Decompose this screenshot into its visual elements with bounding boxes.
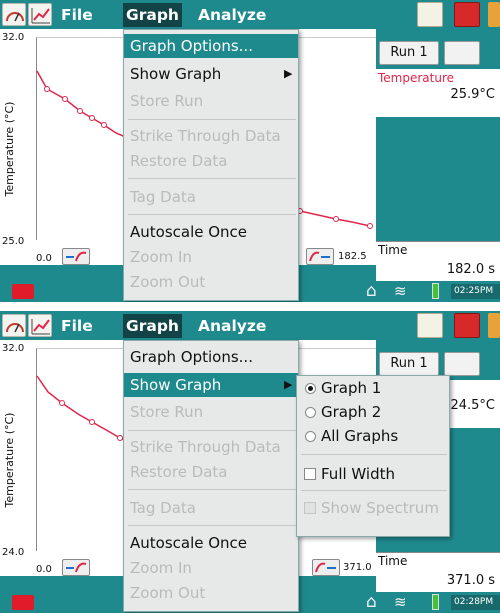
menu-separator: [128, 214, 296, 215]
scroll-left-button[interactable]: [62, 559, 90, 576]
analyze-menu[interactable]: Analyze: [195, 3, 269, 27]
table-view-icon[interactable]: [417, 2, 443, 27]
menu-item-tag-data: Tag Data: [130, 188, 196, 206]
submenu-item-full-width[interactable]: Full Width: [321, 462, 395, 486]
file-menu[interactable]: File: [58, 3, 96, 27]
x-axis-max[interactable]: 371.0: [343, 562, 372, 573]
menu-item-zoom-in: Zoom In: [130, 559, 192, 577]
submenu-item-graph-2[interactable]: Graph 2: [321, 400, 381, 424]
stop-button[interactable]: [12, 284, 34, 299]
graph-menu[interactable]: Graph: [123, 314, 182, 338]
show-graph-submenu: Graph 1 Graph 2 All Graphs Full Width Sh…: [296, 375, 450, 537]
x-axis-min[interactable]: 0.0: [36, 564, 52, 575]
data-storage-icon[interactable]: [444, 352, 480, 376]
x-axis-min[interactable]: 0.0: [36, 253, 52, 264]
menu-bar: File Graph Analyze: [0, 311, 500, 340]
table-view-icon[interactable]: [417, 313, 443, 338]
submenu-separator: [301, 490, 447, 491]
time-value: 182.0 s: [446, 262, 495, 277]
menu-item-graph-options[interactable]: Graph Options...: [130, 34, 253, 58]
meter-view-icon[interactable]: [2, 314, 26, 337]
menu-item-autoscale-once[interactable]: Autoscale Once: [130, 531, 247, 555]
graph-view-icon[interactable]: [28, 3, 52, 26]
menu-item-strike-through: Strike Through Data: [130, 438, 281, 456]
graph-menu[interactable]: Graph: [123, 3, 182, 27]
notes-list-icon[interactable]: [454, 2, 480, 27]
graph-view-icon[interactable]: [28, 314, 52, 337]
pencil-icon[interactable]: [488, 313, 500, 338]
battery-icon: [432, 283, 439, 299]
menu-item-restore-data: Restore Data: [130, 152, 228, 170]
submenu-arrow-icon: ▶: [284, 378, 293, 391]
screenshot-graph-options-menu: File Graph Analyze 32.0 25.0 Temperature…: [0, 0, 500, 302]
menu-item-strike-through: Strike Through Data: [130, 127, 281, 145]
meter-panel: Run 1 Temperature 25.9°C Time 182.0 s: [376, 29, 500, 294]
pencil-icon[interactable]: [488, 2, 500, 27]
menu-item-tag-data: Tag Data: [130, 499, 196, 517]
menu-item-zoom-out: Zoom Out: [130, 584, 206, 602]
wifi-icon: ≋: [394, 593, 407, 611]
menu-separator: [128, 489, 296, 490]
scroll-left-button[interactable]: [62, 248, 90, 265]
meter-value: 24.5°C: [450, 398, 495, 413]
battery-icon: [432, 594, 439, 610]
file-menu[interactable]: File: [58, 314, 96, 338]
radio-graph-1[interactable]: [305, 383, 316, 394]
graph-dropdown-menu: Graph Options... Show Graph ▶ Store Run …: [123, 340, 299, 612]
menu-item-graph-options[interactable]: Graph Options...: [130, 345, 253, 369]
radio-all-graphs[interactable]: [305, 431, 316, 442]
wifi-icon: ≋: [394, 282, 407, 300]
x-axis-max[interactable]: 182.5: [338, 251, 367, 262]
meter-label: Temperature: [378, 71, 455, 85]
scroll-right-button[interactable]: [312, 559, 340, 576]
submenu-item-all-graphs[interactable]: All Graphs: [321, 424, 398, 448]
time-label: Time: [378, 243, 408, 257]
home-icon[interactable]: ⌂: [366, 281, 377, 301]
stop-button[interactable]: [12, 595, 34, 610]
time-label: Time: [378, 554, 408, 568]
submenu-separator: [301, 454, 447, 455]
run-select-button[interactable]: Run 1: [379, 41, 439, 65]
menu-item-restore-data: Restore Data: [130, 463, 228, 481]
notes-list-icon[interactable]: [454, 313, 480, 338]
clock: 02:28PM: [451, 595, 500, 610]
menu-item-autoscale-once[interactable]: Autoscale Once: [130, 220, 247, 244]
menu-item-store-run: Store Run: [130, 403, 204, 421]
screenshot-show-graph-submenu: File Graph Analyze 32.0 24.0 Temperature…: [0, 311, 500, 613]
data-storage-icon[interactable]: [444, 41, 480, 65]
submenu-item-graph-1[interactable]: Graph 1: [321, 376, 381, 400]
menu-item-zoom-out: Zoom Out: [130, 273, 206, 291]
submenu-item-show-spectrum: Show Spectrum: [321, 499, 439, 517]
menu-item-show-graph[interactable]: Show Graph: [130, 62, 221, 86]
clock: 02:25PM: [451, 284, 500, 299]
temperature-meter[interactable]: Temperature 25.9°C: [376, 69, 500, 117]
menu-separator: [128, 525, 296, 526]
menu-item-store-run: Store Run: [130, 92, 204, 110]
home-icon[interactable]: ⌂: [366, 592, 377, 612]
checkbox-show-spectrum: [304, 502, 316, 514]
scroll-right-button[interactable]: [306, 248, 334, 265]
menu-item-show-graph[interactable]: Show Graph: [130, 373, 221, 397]
graph-dropdown-menu: Graph Options... Show Graph ▶ Store Run …: [123, 29, 299, 301]
radio-graph-2[interactable]: [305, 407, 316, 418]
submenu-arrow-icon: ▶: [284, 67, 293, 80]
run-select-button[interactable]: Run 1: [379, 352, 439, 376]
meter-value: 25.9°C: [450, 87, 495, 102]
menu-bar: File Graph Analyze: [0, 0, 500, 29]
checkbox-full-width[interactable]: [304, 468, 316, 480]
meter-view-icon[interactable]: [2, 3, 26, 26]
menu-item-zoom-in: Zoom In: [130, 248, 192, 266]
time-value: 371.0 s: [446, 573, 495, 588]
menu-separator: [128, 178, 296, 179]
analyze-menu[interactable]: Analyze: [195, 314, 269, 338]
menu-separator: [128, 119, 296, 120]
menu-separator: [128, 430, 296, 431]
